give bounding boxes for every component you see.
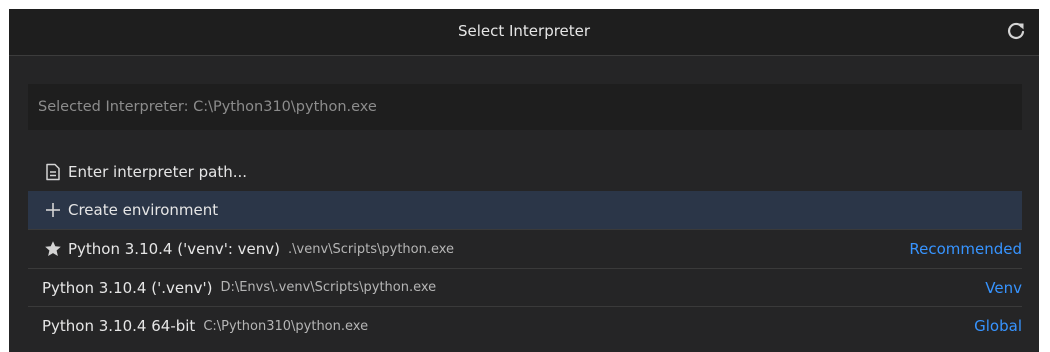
interpreter-name: Python 3.10.4 ('.venv') <box>42 278 213 297</box>
search-input[interactable] <box>28 84 1022 130</box>
title-bar: Select Interpreter <box>9 9 1039 56</box>
refresh-icon[interactable] <box>1005 20 1027 42</box>
search-field[interactable] <box>28 84 1022 130</box>
list-item-enter-path[interactable]: Enter interpreter path... <box>28 152 1022 191</box>
global-tag: Global <box>974 317 1022 335</box>
plus-icon <box>44 201 62 219</box>
interpreter-path: D:\Envs\.venv\Scripts\python.exe <box>220 280 437 295</box>
interpreter-path: C:\Python310\python.exe <box>203 318 369 334</box>
star-icon <box>44 240 62 258</box>
interpreter-list: Enter interpreter path... Create environ… <box>28 152 1022 345</box>
panel-title: Select Interpreter <box>457 22 591 40</box>
list-item-recommended-venv[interactable]: Python 3.10.4 ('venv': venv) .\venv\Scri… <box>28 230 1022 269</box>
list-item-create-environment[interactable]: Create environment <box>28 191 1022 230</box>
file-icon <box>44 163 62 181</box>
list-item-label: Create environment <box>68 201 219 219</box>
list-item-label: Enter interpreter path... <box>68 162 248 181</box>
interpreter-path: .\venv\Scripts\python.exe <box>288 241 455 257</box>
interpreter-name: Python 3.10.4 64-bit <box>42 317 196 335</box>
interpreter-name: Python 3.10.4 ('venv': venv) <box>68 240 280 258</box>
list-item-dotvenv[interactable]: Python 3.10.4 ('.venv') D:\Envs\.venv\Sc… <box>28 269 1022 307</box>
quick-pick-panel: Select Interpreter Enter interpreter pat… <box>9 9 1039 352</box>
list-item-global[interactable]: Python 3.10.4 64-bit C:\Python310\python… <box>28 307 1022 345</box>
recommended-tag: Recommended <box>909 240 1022 258</box>
venv-tag: Venv <box>985 278 1022 297</box>
